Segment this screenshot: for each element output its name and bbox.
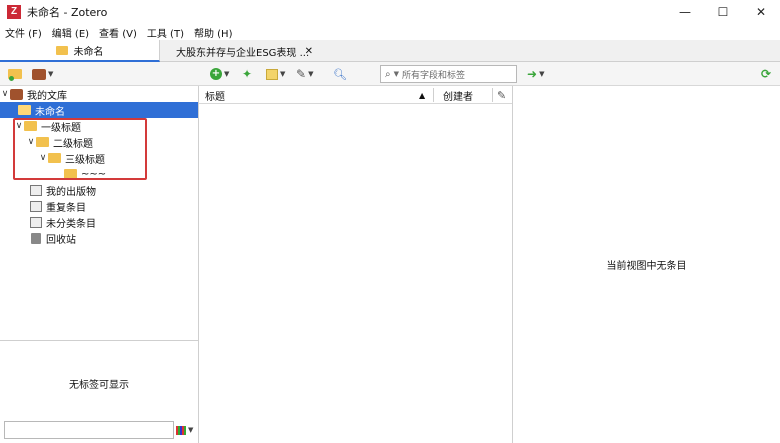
add-by-identifier-icon: ✦ [242,67,253,81]
tags-empty-message: 无标签可显示 [69,380,129,391]
menu-tools[interactable]: 工具 (T) [142,25,189,40]
new-library-icon [32,68,46,80]
minimize-button[interactable]: — [666,0,704,24]
items-column-header: 标题 ▲ 创建者 ✎ [199,86,512,104]
column-title[interactable]: 标题 [205,86,225,104]
new-item-icon: + [210,68,222,80]
new-note-button[interactable]: ▼ [266,67,285,81]
tree-unnamed-label: 未命名 [35,106,65,118]
new-note-icon [266,68,278,80]
search-mode-dropdown-icon[interactable]: ▼ [394,70,399,78]
tab-library-label: 未命名 [73,46,104,58]
annotation-highlight-box [13,118,147,180]
add-by-identifier-button[interactable]: ✦ [242,67,252,81]
trash-icon [31,232,41,244]
locate-button[interactable]: ➜ ▼ [527,67,544,81]
items-pane: 标题 ▲ 创建者 ✎ [199,86,513,443]
column-separator[interactable] [433,88,434,102]
folder-icon [55,45,68,55]
folder-icon [18,105,31,115]
menu-help[interactable]: 帮助 (H) [189,25,238,40]
tree-my-library-label: 我的文库 [27,90,67,102]
toolbar: ▼ + ▼ ✦ ▼ ✎ ▼ 🔍︎ ⌕ ▼ 所有字段和标签 ➜ ▼ ⟳ [0,62,780,86]
tree-publications-label: 我的出版物 [46,186,96,198]
window-controls: — ☐ ✕ [666,0,780,24]
new-item-button[interactable]: + ▼ [210,67,229,81]
tree-my-library[interactable]: ∨ 我的文库 [0,86,198,102]
zotero-app-icon: Z [7,5,21,19]
tag-filter-input[interactable] [4,421,174,439]
new-collection-button[interactable] [8,67,22,81]
sync-button[interactable]: ⟳ [761,67,771,81]
item-pane: 当前视图中无条目 [513,86,780,443]
tree-unnamed-collection[interactable]: 未命名 [0,102,198,118]
menu-edit[interactable]: 编辑 (E) [47,25,94,40]
tree-trash[interactable]: 回收站 [0,230,198,246]
tab-bar: 未命名 大股东并存与企业ESG表现 ... ✕ [0,40,780,62]
maximize-button[interactable]: ☐ [704,0,742,24]
tree-duplicates-label: 重复条目 [46,202,86,214]
menu-bar: 文件 (F) 编辑 (E) 查看 (V) 工具 (T) 帮助 (H) [0,24,780,40]
sync-icon: ⟳ [761,67,772,81]
close-button[interactable]: ✕ [742,0,780,24]
tag-colors-icon [176,425,186,435]
new-library-button[interactable]: ▼ [32,67,53,81]
unfiled-icon [30,216,42,228]
title-bar: Z 未命名 - Zotero — ☐ ✕ [0,0,780,24]
tag-actions-button[interactable]: ▼ [176,423,196,437]
tab-pdf-reader[interactable]: 大股东并存与企业ESG表现 ... ✕ [172,40,317,62]
duplicates-icon [30,200,42,212]
locate-icon: ➜ [527,67,538,81]
window-title: 未命名 - Zotero [27,6,108,19]
menu-file[interactable]: 文件 (F) [0,25,47,40]
publications-icon [30,184,42,196]
advanced-search-button[interactable]: 🔍︎ [333,67,347,81]
pane-splitter[interactable] [0,340,198,341]
add-attachment-icon: ✎ [296,67,307,81]
tree-trash-label: 回收站 [46,234,76,246]
twisty-icon[interactable]: ∨ [0,89,10,99]
new-collection-icon [8,69,22,81]
menu-view[interactable]: 查看 (V) [94,25,142,40]
attachments-column-icon[interactable]: ✎ [497,86,506,104]
search-icon: ⌕ [385,68,391,80]
sort-ascending-icon[interactable]: ▲ [419,86,425,104]
search-placeholder: 所有字段和标签 [402,70,466,81]
tree-duplicates[interactable]: 重复条目 [0,198,198,214]
search-input[interactable]: ⌕ ▼ 所有字段和标签 [380,65,517,83]
tab-pdf-label: 大股东并存与企业ESG表现 ... [176,47,310,59]
column-separator[interactable] [492,88,493,102]
column-creator[interactable]: 创建者 [443,86,473,104]
tab-library[interactable]: 未命名 [0,40,160,62]
close-tab-icon[interactable]: ✕ [305,46,313,57]
library-icon [10,88,23,100]
tree-unfiled[interactable]: 未分类条目 [0,214,198,230]
add-attachment-button[interactable]: ✎ ▼ [296,67,313,81]
tree-unfiled-label: 未分类条目 [46,218,96,230]
advanced-search-icon: 🔍︎ [333,67,347,81]
no-items-message: 当前视图中无条目 [606,261,687,272]
tree-my-publications[interactable]: 我的出版物 [0,182,198,198]
